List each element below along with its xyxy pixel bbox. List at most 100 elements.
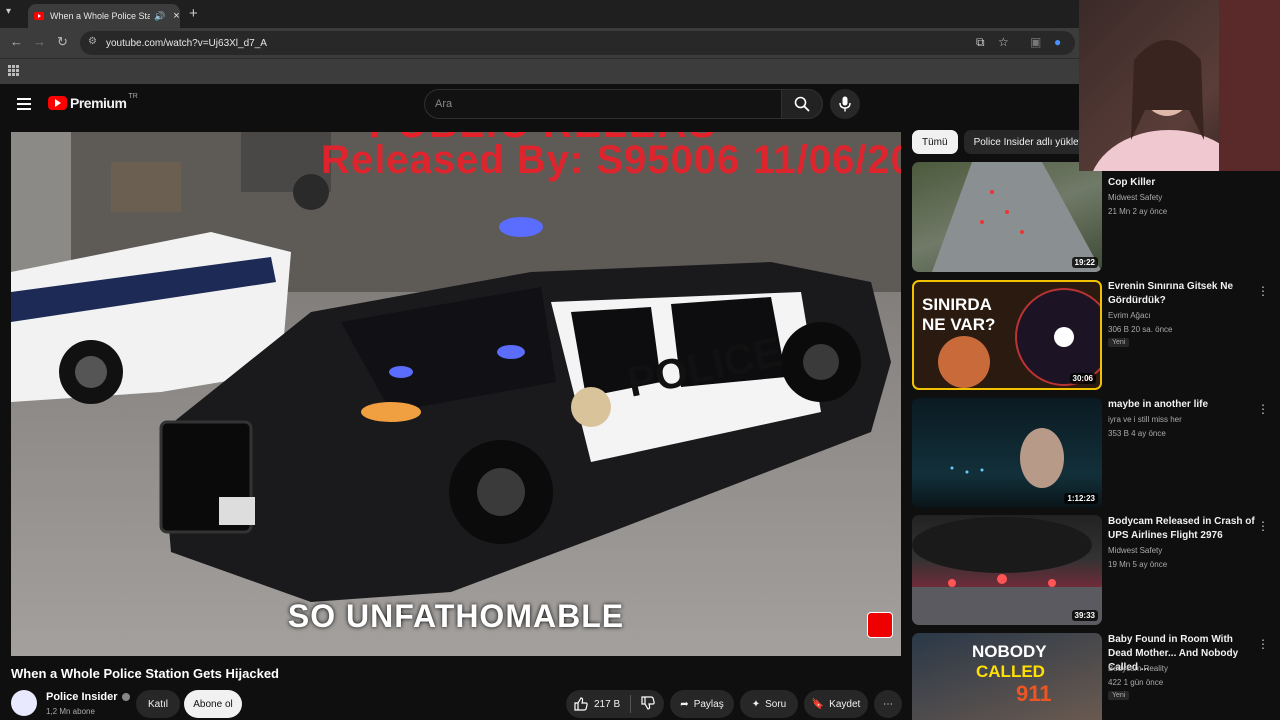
- install-icon[interactable]: ⧉: [976, 35, 985, 50]
- thumbs-up-icon: [574, 697, 588, 711]
- more-icon: ⋯: [883, 698, 893, 710]
- recommendation-meta: 422 1 gün önce: [1108, 678, 1164, 687]
- back-button[interactable]: ←: [10, 34, 23, 49]
- svg-text:SINIRDA: SINIRDA: [922, 295, 992, 314]
- video-duration: 19:22: [1071, 257, 1098, 268]
- recommendation-meta: 306 B 20 sa. önce: [1108, 325, 1173, 334]
- more-options-icon[interactable]: ⋮: [1257, 402, 1269, 416]
- omnibox[interactable]: ⚙ youtube.com/watch?v=Uj63Xl_d7_A ⧉ ☆ ▣ …: [80, 31, 1075, 55]
- recommendation-title: Evrenin Sınırına Gitsek Ne Gördürdük?: [1108, 281, 1234, 306]
- youtube-premium-logo[interactable]: Premium TR: [48, 92, 138, 111]
- close-tab-icon[interactable]: ×: [173, 10, 179, 22]
- video-frame-image: POLICE: [11, 132, 901, 602]
- search-icon: [794, 96, 810, 112]
- share-button[interactable]: ➦ Paylaş: [670, 690, 734, 718]
- recommendation-channel: Midwest Safety: [1108, 193, 1163, 202]
- more-options-icon[interactable]: ⋮: [1257, 519, 1269, 533]
- svg-text:CALLED: CALLED: [976, 662, 1045, 681]
- recommendation-title: Cop Killer: [1108, 177, 1156, 188]
- verified-icon: [121, 693, 130, 702]
- site-info-icon[interactable]: ⚙: [88, 36, 97, 47]
- bookmark-star-icon[interactable]: ☆: [998, 35, 1009, 49]
- channel-avatar[interactable]: [11, 690, 37, 716]
- recommendation-title: Bodycam Released in Crash of UPS Airline…: [1108, 516, 1255, 541]
- like-button[interactable]: 217 B: [574, 697, 620, 711]
- save-label: Kaydet: [829, 698, 861, 710]
- dislike-button[interactable]: [641, 695, 655, 713]
- highway-thumbnail-image: [932, 162, 1102, 272]
- svg-text:NE VAR?: NE VAR?: [922, 315, 995, 334]
- new-badge: Yeni: [1108, 691, 1130, 700]
- share-icon: ➦: [680, 698, 689, 710]
- recommendations-sidebar: Tümü Police Insider adlı yükleyici 19:22…: [903, 124, 1280, 720]
- more-options-icon[interactable]: ⋮: [1257, 284, 1269, 298]
- recommendation-item[interactable]: 1:12:23 maybe in another life iyra ve i …: [912, 398, 1277, 510]
- video-thumbnail[interactable]: 39:33: [912, 515, 1102, 625]
- more-actions-button[interactable]: ⋯: [874, 690, 902, 718]
- youtube-favicon-icon: [34, 12, 44, 20]
- video-overlay-release: Released By: S95006 11/06/20: [321, 138, 901, 182]
- video-thumbnail[interactable]: SINIRDA NE VAR? 30:06: [912, 280, 1102, 390]
- logo-text: Premium: [70, 95, 127, 111]
- subscribe-button[interactable]: Abone ol: [184, 690, 242, 718]
- plane-crash-thumbnail-image: [912, 517, 1102, 625]
- channel-name[interactable]: Police Insider: [46, 691, 130, 703]
- video-player[interactable]: POLICE PUBLIC RELEAS Released By: S95006…: [11, 132, 901, 656]
- bodycam-thumbnail-image: NOBODYCALLED911: [972, 642, 1052, 706]
- apps-grid-icon[interactable]: [8, 65, 19, 76]
- like-divider: [630, 695, 632, 713]
- url-text: youtube.com/watch?v=Uj63Xl_d7_A: [106, 37, 267, 49]
- share-label: Paylaş: [693, 698, 724, 710]
- like-count: 217 B: [594, 698, 621, 710]
- sparkle-icon: ✦: [751, 698, 761, 710]
- thumbs-down-icon: [641, 695, 655, 710]
- profile-icon[interactable]: ●: [1054, 35, 1061, 49]
- recommendation-channel: Bodycam Reality: [1108, 664, 1169, 673]
- new-tab-button[interactable]: +: [189, 5, 198, 22]
- voice-search-button[interactable]: [830, 89, 860, 119]
- more-options-icon[interactable]: ⋮: [1257, 637, 1269, 651]
- recommendation-meta: 353 B 4 ay önce: [1108, 429, 1166, 438]
- video-thumbnail[interactable]: 19:22: [912, 162, 1102, 272]
- subscriber-count: 1,2 Mn abone: [46, 707, 95, 716]
- tab-title: When a Whole Police Statio: [50, 11, 150, 21]
- subscribe-watermark-icon[interactable]: [867, 612, 893, 638]
- recommendation-item[interactable]: NOBODY CALLED 911 Baby Found in Room With …: [912, 633, 1277, 720]
- video-thumbnail[interactable]: NOBODY CALLED 911: [912, 633, 1102, 720]
- recommendation-channel: Evrim Ağacı: [1108, 311, 1151, 320]
- forward-button[interactable]: →: [33, 34, 46, 49]
- video-caption: SO UNFATHOMABLE: [287, 598, 625, 634]
- save-button[interactable]: 🔖 Kaydet: [804, 690, 868, 718]
- video-duration: 30:06: [1069, 373, 1096, 384]
- recommendation-item[interactable]: SINIRDA NE VAR? 30:06 Evrenin Sınırına Gi…: [912, 280, 1277, 392]
- video-thumbnail[interactable]: 1:12:23: [912, 398, 1102, 508]
- browser-tab-active[interactable]: When a Whole Police Statio 🔊 ×: [28, 4, 180, 28]
- chip-all[interactable]: Tümü: [912, 130, 958, 154]
- new-badge: Yeni: [1108, 338, 1130, 347]
- youtube-header: Premium TR Ara: [0, 84, 1080, 124]
- streamer-webcam-image: [1093, 0, 1280, 171]
- svg-text:NOBODY: NOBODY: [972, 642, 1047, 661]
- video-duration: 39:33: [1071, 610, 1098, 621]
- recommendation-meta: 19 Mn 5 ay önce: [1108, 560, 1168, 569]
- recommendation-title: maybe in another life: [1108, 399, 1209, 410]
- youtube-play-icon: [48, 96, 67, 110]
- search-input[interactable]: Ara: [424, 89, 782, 119]
- tab-list-icon[interactable]: ▾: [6, 6, 11, 17]
- video-duration: 1:12:23: [1064, 493, 1098, 504]
- extension-icon[interactable]: ▣: [1030, 35, 1041, 49]
- ask-button[interactable]: ✦ Soru: [740, 690, 798, 718]
- bookmark-icon: 🔖: [811, 698, 825, 710]
- recommendation-item[interactable]: 39:33 Bodycam Released in Crash of UPS A…: [912, 515, 1277, 627]
- reload-button[interactable]: ↻: [57, 34, 68, 50]
- logo-region: TR: [128, 92, 138, 100]
- webcam-overlay: [1079, 0, 1280, 171]
- night-portrait-thumbnail-image: [950, 428, 1064, 488]
- join-button[interactable]: Katıl: [136, 690, 180, 718]
- search-button[interactable]: [781, 89, 823, 119]
- menu-icon[interactable]: [17, 98, 31, 110]
- speaker-icon[interactable]: 🔊: [154, 11, 165, 22]
- recommendation-channel: iyra ve i still miss her: [1108, 415, 1182, 424]
- channel-name-text: Police Insider: [46, 691, 118, 703]
- recommendation-item[interactable]: 19:22 Cop Killer Midwest Safety 21 Mn 2 …: [912, 162, 1277, 274]
